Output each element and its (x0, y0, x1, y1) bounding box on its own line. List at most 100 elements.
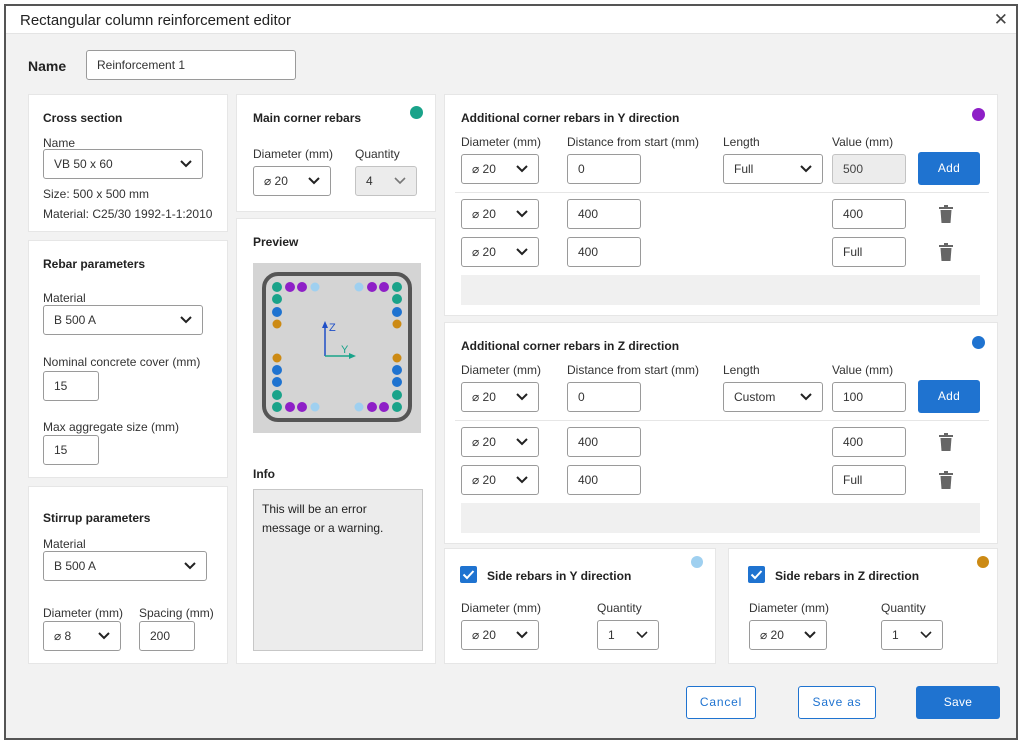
side-y-rebar (354, 282, 364, 292)
main-corner-quantity-select[interactable]: 4 (355, 166, 417, 196)
additional-z-col-diameter: Diameter (mm) (461, 363, 541, 377)
side-y-diameter-select[interactable]: ⌀ 20 (461, 620, 539, 650)
additional-z-color-dot (972, 336, 985, 349)
chevron-down-icon (516, 165, 528, 173)
divider (455, 192, 989, 193)
side-y-quantity-value: 1 (608, 628, 615, 642)
max-aggregate-input[interactable]: 15 (43, 435, 99, 465)
main-corner-diameter-value: ⌀ 20 (264, 174, 288, 188)
chevron-down-icon (804, 631, 816, 639)
chevron-down-icon (516, 210, 528, 218)
additional-y-row-diameter: ⌀ 20 (472, 207, 496, 221)
trash-icon[interactable] (939, 205, 953, 223)
stirrup-diameter-label: Diameter (mm) (43, 606, 123, 620)
corner-rebar (392, 294, 402, 304)
preview-heading: Preview (253, 235, 299, 249)
additional-z-row-diameter-select[interactable]: ⌀ 20 (461, 465, 539, 495)
additional-y-row-value-input[interactable]: 400 (832, 199, 906, 229)
additional-z-new-diameter-select[interactable]: ⌀ 20 (461, 382, 539, 412)
cancel-button[interactable]: Cancel (686, 686, 756, 719)
additional-y-col-distance: Distance from start (mm) (567, 135, 700, 149)
side-y-panel: Side rebars in Y direction Diameter (mm)… (444, 548, 716, 664)
chevron-down-icon (394, 177, 406, 185)
save-button[interactable]: Save (916, 686, 1000, 719)
main-corner-rebars-panel: Main corner rebars Diameter (mm) ⌀ 20 Qu… (236, 94, 436, 212)
additional-y-panel: Additional corner rebars in Y direction … (444, 94, 998, 316)
rebar-material-select[interactable]: B 500 A (43, 305, 203, 335)
z-axis-label: Z (329, 322, 336, 334)
stirrup-diameter-select[interactable]: ⌀ 8 (43, 621, 121, 651)
side-y-quantity-label: Quantity (597, 601, 642, 615)
additional-y-color-dot (972, 108, 985, 121)
preview-canvas: Z Y (253, 263, 421, 433)
checkmark-icon (750, 570, 763, 580)
side-y-quantity-select[interactable]: 1 (597, 620, 659, 650)
additional-y-new-distance-input[interactable]: 0 (567, 154, 641, 184)
additional-z-row-value-input[interactable]: Full (832, 465, 906, 495)
z-additional-rebar (272, 377, 282, 387)
main-corner-quantity-value: 4 (366, 174, 373, 188)
additional-y-col-length: Length (723, 135, 760, 149)
name-input[interactable]: Reinforcement 1 (86, 50, 296, 80)
additional-z-row-value-input[interactable]: 400 (832, 427, 906, 457)
main-corner-diameter-label: Diameter (mm) (253, 147, 333, 161)
cross-section-select-value: VB 50 x 60 (54, 157, 113, 171)
additional-z-row-diameter: ⌀ 20 (472, 473, 496, 487)
corner-rebar (392, 402, 402, 412)
trash-icon[interactable] (939, 471, 953, 489)
side-z-quantity-value: 1 (892, 628, 899, 642)
additional-z-new-distance-input[interactable]: 0 (567, 382, 641, 412)
side-y-rebar (310, 282, 320, 292)
y-additional-rebar (285, 402, 295, 412)
chevron-down-icon (516, 393, 528, 401)
additional-y-row-diameter-select[interactable]: ⌀ 20 (461, 237, 539, 267)
chevron-down-icon (184, 562, 196, 570)
additional-y-row-value-input[interactable]: Full (832, 237, 906, 267)
side-z-heading: Side rebars in Z direction (775, 569, 920, 583)
side-z-rebar (392, 353, 402, 363)
close-icon[interactable]: ✕ (994, 10, 1008, 30)
additional-z-new-length-select[interactable]: Custom (723, 382, 823, 412)
side-z-checkbox[interactable] (748, 566, 765, 583)
trash-icon[interactable] (939, 433, 953, 451)
y-additional-rebar (379, 402, 389, 412)
stirrup-material-label: Material (43, 537, 86, 551)
additional-y-row-distance-input[interactable]: 400 (567, 237, 641, 267)
additional-y-add-button[interactable]: Add (918, 152, 980, 185)
trash-icon[interactable] (939, 243, 953, 261)
corner-rebar (392, 390, 402, 400)
additional-y-new-length: Full (734, 162, 754, 176)
additional-z-new-value-input[interactable]: 100 (832, 382, 906, 412)
chevron-down-icon (800, 393, 812, 401)
save-as-button[interactable]: Save as (798, 686, 876, 719)
stirrup-spacing-input[interactable]: 200 (139, 621, 195, 651)
additional-y-new-diameter-select[interactable]: ⌀ 20 (461, 154, 539, 184)
title-bar: Rectangular column reinforcement editor … (6, 6, 1016, 34)
side-z-diameter-select[interactable]: ⌀ 20 (749, 620, 827, 650)
additional-y-new-value-input[interactable]: 500 (832, 154, 906, 184)
stirrup-parameters-panel: Stirrup parameters Material B 500 A Diam… (28, 486, 228, 664)
side-y-rebar (310, 402, 320, 412)
y-additional-rebar (367, 282, 377, 292)
additional-y-new-length-select[interactable]: Full (723, 154, 823, 184)
additional-z-row-diameter-select[interactable]: ⌀ 20 (461, 427, 539, 457)
checkmark-icon (462, 570, 475, 580)
z-additional-rebar (392, 377, 402, 387)
additional-y-row-diameter-select[interactable]: ⌀ 20 (461, 199, 539, 229)
side-z-rebar (272, 353, 282, 363)
y-additional-rebar (367, 402, 377, 412)
additional-z-row-distance-input[interactable]: 400 (567, 427, 641, 457)
concrete-cover-input[interactable]: 15 (43, 371, 99, 401)
stirrup-material-select[interactable]: B 500 A (43, 551, 207, 581)
side-z-quantity-select[interactable]: 1 (881, 620, 943, 650)
additional-z-add-button[interactable]: Add (918, 380, 980, 413)
additional-z-empty-area (461, 503, 980, 533)
cross-section-preview: Z Y (262, 272, 412, 422)
additional-z-row-distance-input[interactable]: 400 (567, 465, 641, 495)
main-corner-diameter-select[interactable]: ⌀ 20 (253, 166, 331, 196)
side-y-checkbox[interactable] (460, 566, 477, 583)
additional-y-row-distance-input[interactable]: 400 (567, 199, 641, 229)
stirrup-material-value: B 500 A (54, 559, 97, 573)
cross-section-select[interactable]: VB 50 x 60 (43, 149, 203, 179)
additional-z-col-distance: Distance from start (mm) (567, 363, 700, 377)
